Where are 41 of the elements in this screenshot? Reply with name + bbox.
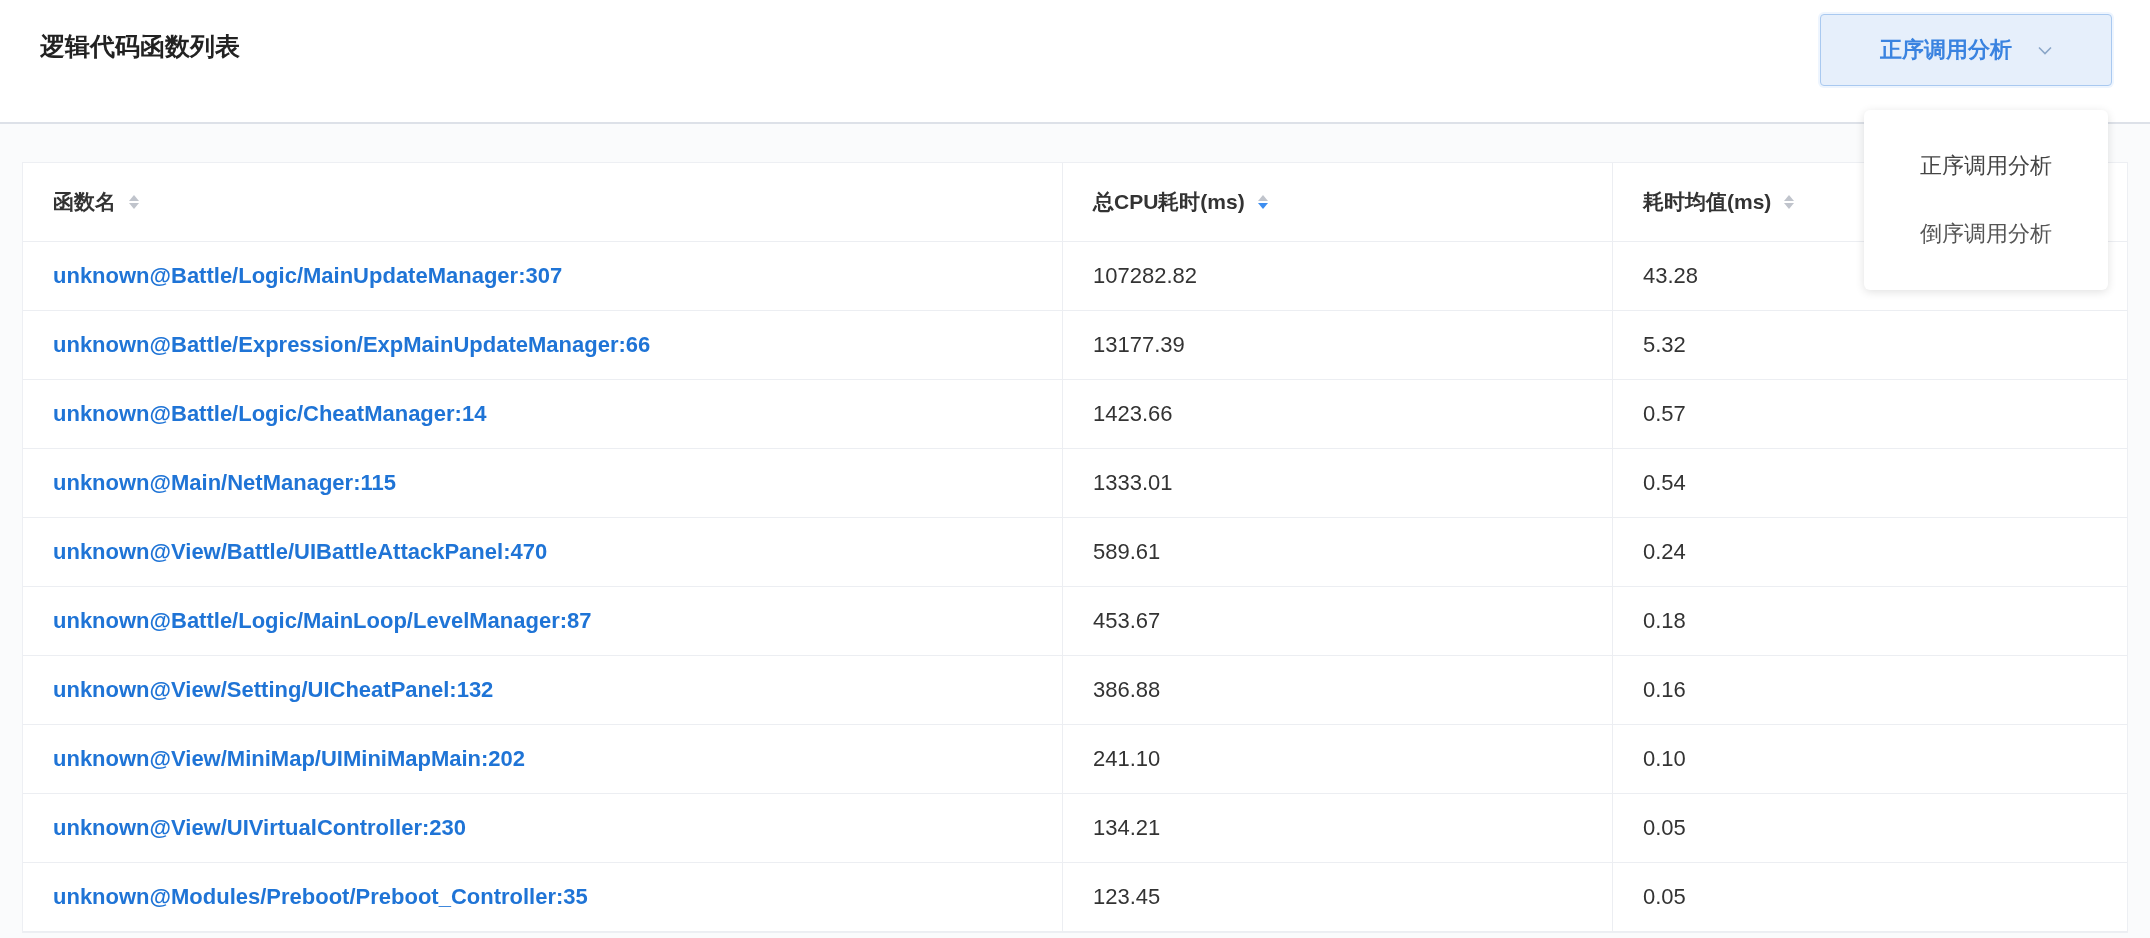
menu-item[interactable]: 正序调用分析 <box>1864 132 2108 200</box>
table-cell: 0.05 <box>1643 884 1686 910</box>
function-link[interactable]: unknown@View/Setting/UICheatPanel:132 <box>53 677 494 703</box>
table-cell: 1333.01 <box>1093 470 1173 496</box>
column-header[interactable]: 耗时均值(ms) <box>1643 188 1772 216</box>
sort-icon[interactable] <box>128 194 140 210</box>
function-link[interactable]: unknown@Main/NetManager:115 <box>53 470 396 496</box>
sort-icon[interactable] <box>1256 194 1269 210</box>
table-cell: 5.32 <box>1643 332 1686 358</box>
table-cell: 0.18 <box>1643 608 1686 634</box>
table-cell: 107282.82 <box>1093 263 1197 289</box>
table-cell: 0.10 <box>1643 746 1686 772</box>
page-title: 逻辑代码函数列表 <box>40 30 240 62</box>
column-header[interactable]: 函数名 <box>53 188 116 216</box>
table-cell: 0.24 <box>1643 539 1686 565</box>
table-cell: 123.45 <box>1093 884 1161 910</box>
function-link[interactable]: unknown@Battle/Expression/ExpMainUpdateManager:66 <box>53 332 651 358</box>
table-cell: 43.28 <box>1643 263 1699 289</box>
table-cell: 386.88 <box>1093 677 1161 703</box>
function-link[interactable]: unknown@Battle/Logic/MainLoop/LevelManager:87 <box>53 608 592 634</box>
table-cell: 241.10 <box>1093 746 1161 772</box>
function-link[interactable]: unknown@Modules/Preboot/Preboot_Controller:35 <box>53 884 588 910</box>
table-cell: 0.16 <box>1643 677 1686 703</box>
function-link[interactable]: unknown@View/MiniMap/UIMiniMapMain:202 <box>53 746 526 772</box>
table-cell: 0.54 <box>1643 470 1686 496</box>
caret-icon <box>2038 45 2052 55</box>
table-cell: 0.05 <box>1643 815 1686 841</box>
function-link[interactable]: unknown@Battle/Logic/MainUpdateManager:307 <box>53 263 563 289</box>
sort-icon[interactable] <box>1783 194 1796 210</box>
table-cell: 0.57 <box>1643 401 1686 427</box>
table-cell: 13177.39 <box>1093 332 1185 358</box>
menu-item[interactable]: 倒序调用分析 <box>1864 200 2108 268</box>
table-cell: 1423.66 <box>1093 401 1173 427</box>
function-link[interactable]: unknown@Battle/Logic/CheatManager:14 <box>53 401 487 427</box>
function-link[interactable]: unknown@View/Battle/UIBattleAttackPanel:470 <box>53 539 548 565</box>
analysis-dropdown[interactable]: 正序调用分析 <box>1820 14 2112 86</box>
table-cell: 589.61 <box>1093 539 1161 565</box>
column-header[interactable]: 总CPU耗时(ms) <box>1093 188 1245 216</box>
function-link[interactable]: unknown@View/UIVirtualController:230 <box>53 815 467 841</box>
table-cell: 134.21 <box>1093 815 1161 841</box>
table-cell: 453.67 <box>1093 608 1161 634</box>
